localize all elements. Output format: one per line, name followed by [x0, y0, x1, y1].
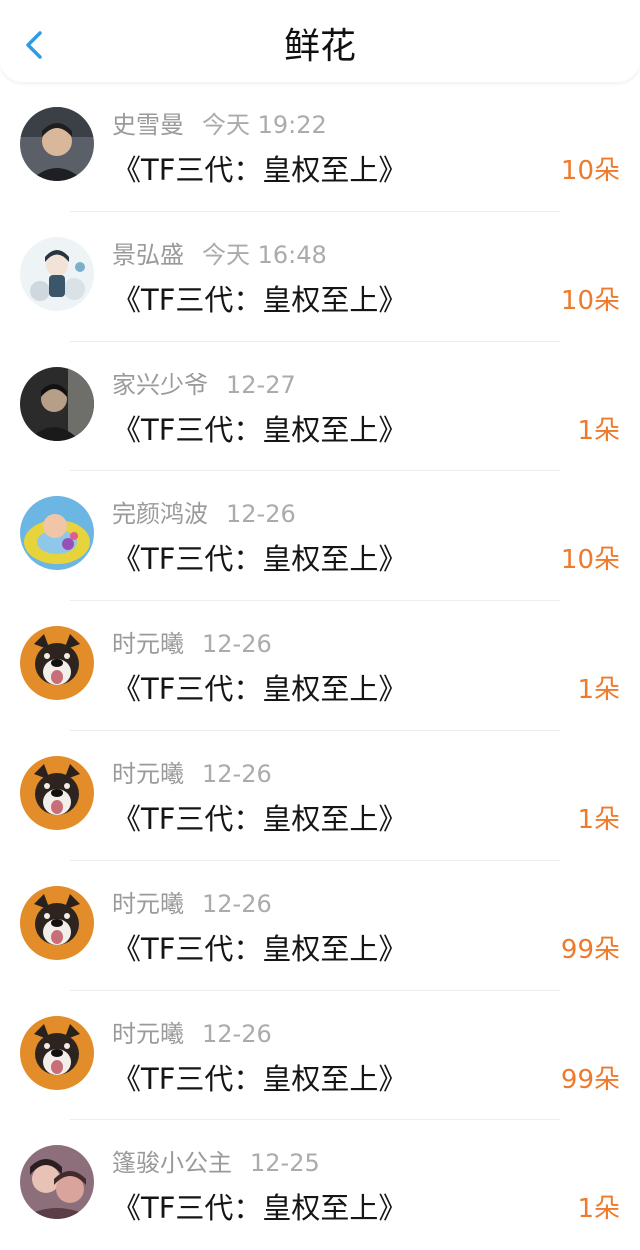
send-time: 12-26 — [202, 1019, 272, 1048]
avatar-image — [20, 1145, 94, 1220]
flower-count: 10朵 — [560, 285, 620, 316]
avatar-image — [20, 107, 94, 181]
flower-count: 10朵 — [560, 545, 620, 576]
sender-name[interactable]: 时元曦 — [112, 1020, 184, 1048]
avatar[interactable] — [20, 755, 94, 830]
avatar-image — [20, 366, 94, 441]
avatar[interactable] — [20, 496, 94, 571]
list-item[interactable]: 时元曦 12-26 《TF三代：皇权至上》 1朵 — [0, 731, 640, 861]
avatar[interactable] — [20, 236, 94, 311]
avatar-image — [20, 885, 94, 960]
avatar[interactable] — [20, 107, 94, 181]
avatar[interactable] — [20, 1145, 94, 1220]
sender-name[interactable]: 时元曦 — [112, 630, 184, 658]
send-time: 12-25 — [250, 1149, 320, 1178]
send-time: 今天 19:22 — [202, 111, 327, 139]
avatar-image — [20, 755, 94, 830]
avatar[interactable] — [20, 885, 94, 960]
top-bar: 鲜花 — [0, 0, 640, 82]
flower-count: 1朵 — [577, 804, 620, 835]
sender-name[interactable]: 时元曦 — [112, 760, 184, 788]
flower-count: 1朵 — [577, 415, 620, 446]
send-time: 12-27 — [226, 370, 296, 399]
list-item[interactable]: 景弘盛 今天 16:48 《TF三代：皇权至上》 10朵 — [0, 212, 640, 342]
book-title: 《TF三代：皇权至上》 — [112, 931, 408, 966]
book-title: 《TF三代：皇权至上》 — [112, 1191, 408, 1226]
avatar-image — [20, 626, 94, 701]
list-item[interactable]: 史雪曼 今天 19:22 《TF三代：皇权至上》 10朵 — [0, 82, 640, 212]
list-item[interactable]: 完颜鸿波 12-26 《TF三代：皇权至上》 10朵 — [0, 471, 640, 602]
sender-name[interactable]: 史雪曼 — [112, 111, 184, 139]
book-title: 《TF三代：皇权至上》 — [112, 153, 408, 187]
avatar-image — [20, 496, 94, 571]
flower-count: 99朵 — [560, 934, 620, 965]
list-item[interactable]: 时元曦 12-26 《TF三代：皇权至上》 1朵 — [0, 601, 640, 731]
send-time: 12-26 — [202, 630, 272, 659]
flower-count: 1朵 — [577, 675, 620, 706]
sender-name[interactable]: 家兴少爷 — [112, 371, 208, 399]
send-time: 12-26 — [202, 889, 272, 918]
send-time: 12-26 — [226, 500, 296, 529]
send-time: 今天 16:48 — [202, 240, 327, 269]
send-time: 12-26 — [202, 759, 272, 788]
avatar-image — [20, 236, 94, 311]
book-title: 《TF三代：皇权至上》 — [112, 282, 408, 317]
list-item[interactable]: 时元曦 12-26 《TF三代：皇权至上》 99朵 — [0, 861, 640, 991]
page-title: 鲜花 — [283, 26, 356, 67]
flower-count: 10朵 — [560, 156, 620, 186]
flower-list: 史雪曼 今天 19:22 《TF三代：皇权至上》 10朵 景弘盛 今天 16:48 … — [0, 82, 640, 1250]
sender-name[interactable]: 篷骏小公主 — [112, 1149, 232, 1177]
sender-name[interactable]: 完颜鸿波 — [112, 500, 208, 528]
book-title: 《TF三代：皇权至上》 — [112, 1061, 408, 1096]
avatar[interactable] — [20, 1015, 94, 1090]
book-title: 《TF三代：皇权至上》 — [112, 412, 408, 447]
book-title: 《TF三代：皇权至上》 — [112, 672, 408, 707]
flower-count: 99朵 — [560, 1064, 620, 1095]
avatar[interactable] — [20, 366, 94, 441]
flower-count: 1朵 — [577, 1194, 620, 1225]
book-title: 《TF三代：皇权至上》 — [112, 542, 408, 577]
list-item[interactable]: 篷骏小公主 12-25 《TF三代：皇权至上》 1朵 — [0, 1120, 640, 1250]
sender-name[interactable]: 景弘盛 — [112, 241, 184, 269]
list-item[interactable]: 时元曦 12-26 《TF三代：皇权至上》 99朵 — [0, 991, 640, 1121]
book-title: 《TF三代：皇权至上》 — [112, 801, 408, 836]
list-item[interactable]: 家兴少爷 12-27 《TF三代：皇权至上》 1朵 — [0, 342, 640, 472]
sender-name[interactable]: 时元曦 — [112, 890, 184, 918]
avatar[interactable] — [20, 626, 94, 701]
avatar-image — [20, 1015, 94, 1090]
